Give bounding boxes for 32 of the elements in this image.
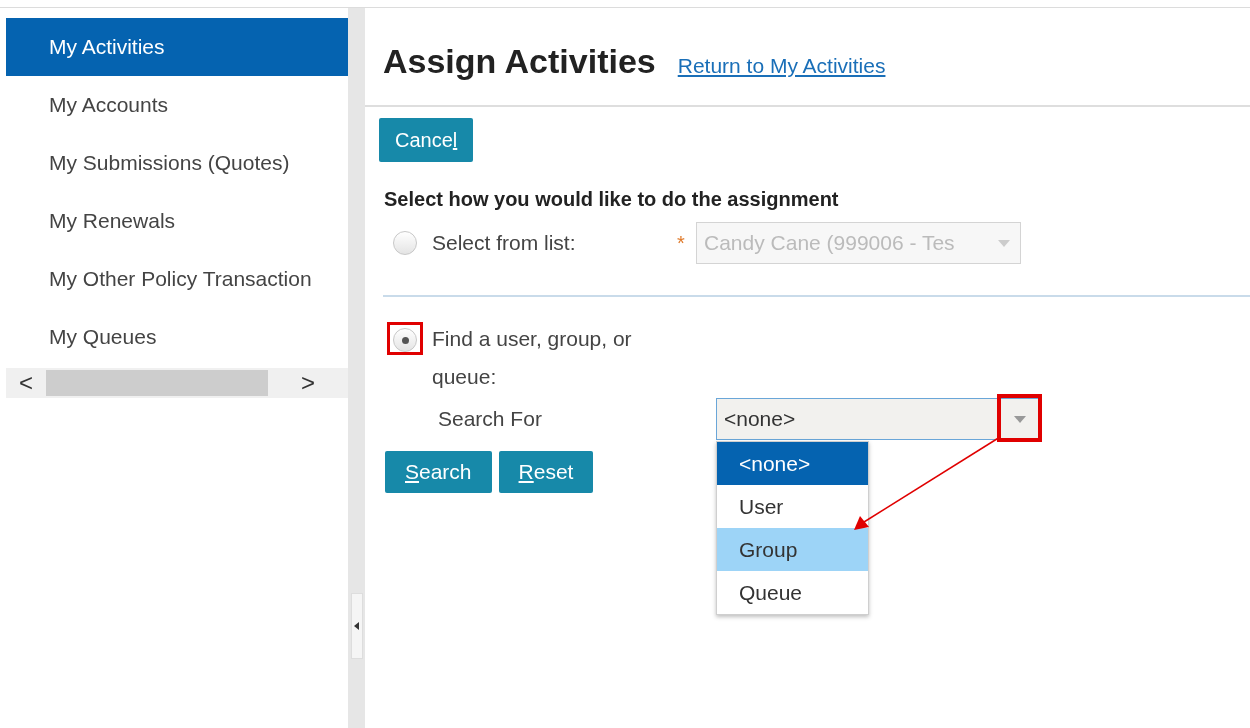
radio-button[interactable] [393, 328, 417, 352]
required-mark: * [677, 231, 686, 256]
sidebar-item[interactable]: My Queues [6, 308, 348, 366]
dropdown-option[interactable]: Group [717, 528, 868, 571]
return-link[interactable]: Return to My Activities [677, 50, 886, 82]
sidebar-item[interactable]: My Other Policy Transaction [6, 250, 348, 308]
field-label: Select from list: [432, 230, 577, 257]
field-label: Find a user, group, or queue: [432, 326, 633, 390]
sidebar-item[interactable]: My Renewals [6, 192, 348, 250]
page-title: Assign Activities [383, 41, 656, 82]
sidebar-item[interactable]: My Submissions (Quotes) [6, 134, 348, 192]
dropdown-option[interactable]: User [717, 485, 868, 528]
scrollbar-thumb[interactable] [46, 370, 268, 396]
scroll-right-button[interactable]: > [268, 365, 348, 401]
dropdown-option[interactable]: <none> [717, 442, 868, 485]
field-label: Search For [438, 406, 543, 433]
reset-button[interactable]: Reset [498, 451, 594, 493]
search-for-select[interactable]: <none> [716, 398, 1041, 440]
collapse-icon [354, 622, 359, 630]
dropdown-arrow-icon [998, 239, 1010, 247]
collapse-handle[interactable] [350, 593, 363, 659]
horizontal-scrollbar[interactable]: < > [6, 368, 348, 398]
cancel-button[interactable]: Cancel [379, 118, 474, 162]
sidebar-item[interactable]: My Accounts [6, 76, 348, 134]
sidebar-item[interactable]: My Activities [6, 18, 348, 76]
select-value: Candy Cane (999006 - Tes [704, 230, 956, 257]
search-button[interactable]: Search [385, 451, 492, 493]
select-value: <none> [724, 406, 797, 433]
dropdown-option[interactable]: Queue [717, 571, 868, 614]
section-heading: Select how you would like to do the assignment [383, 187, 840, 212]
scroll-left-button[interactable]: < [6, 365, 46, 401]
dropdown-arrow-icon [1014, 415, 1026, 423]
